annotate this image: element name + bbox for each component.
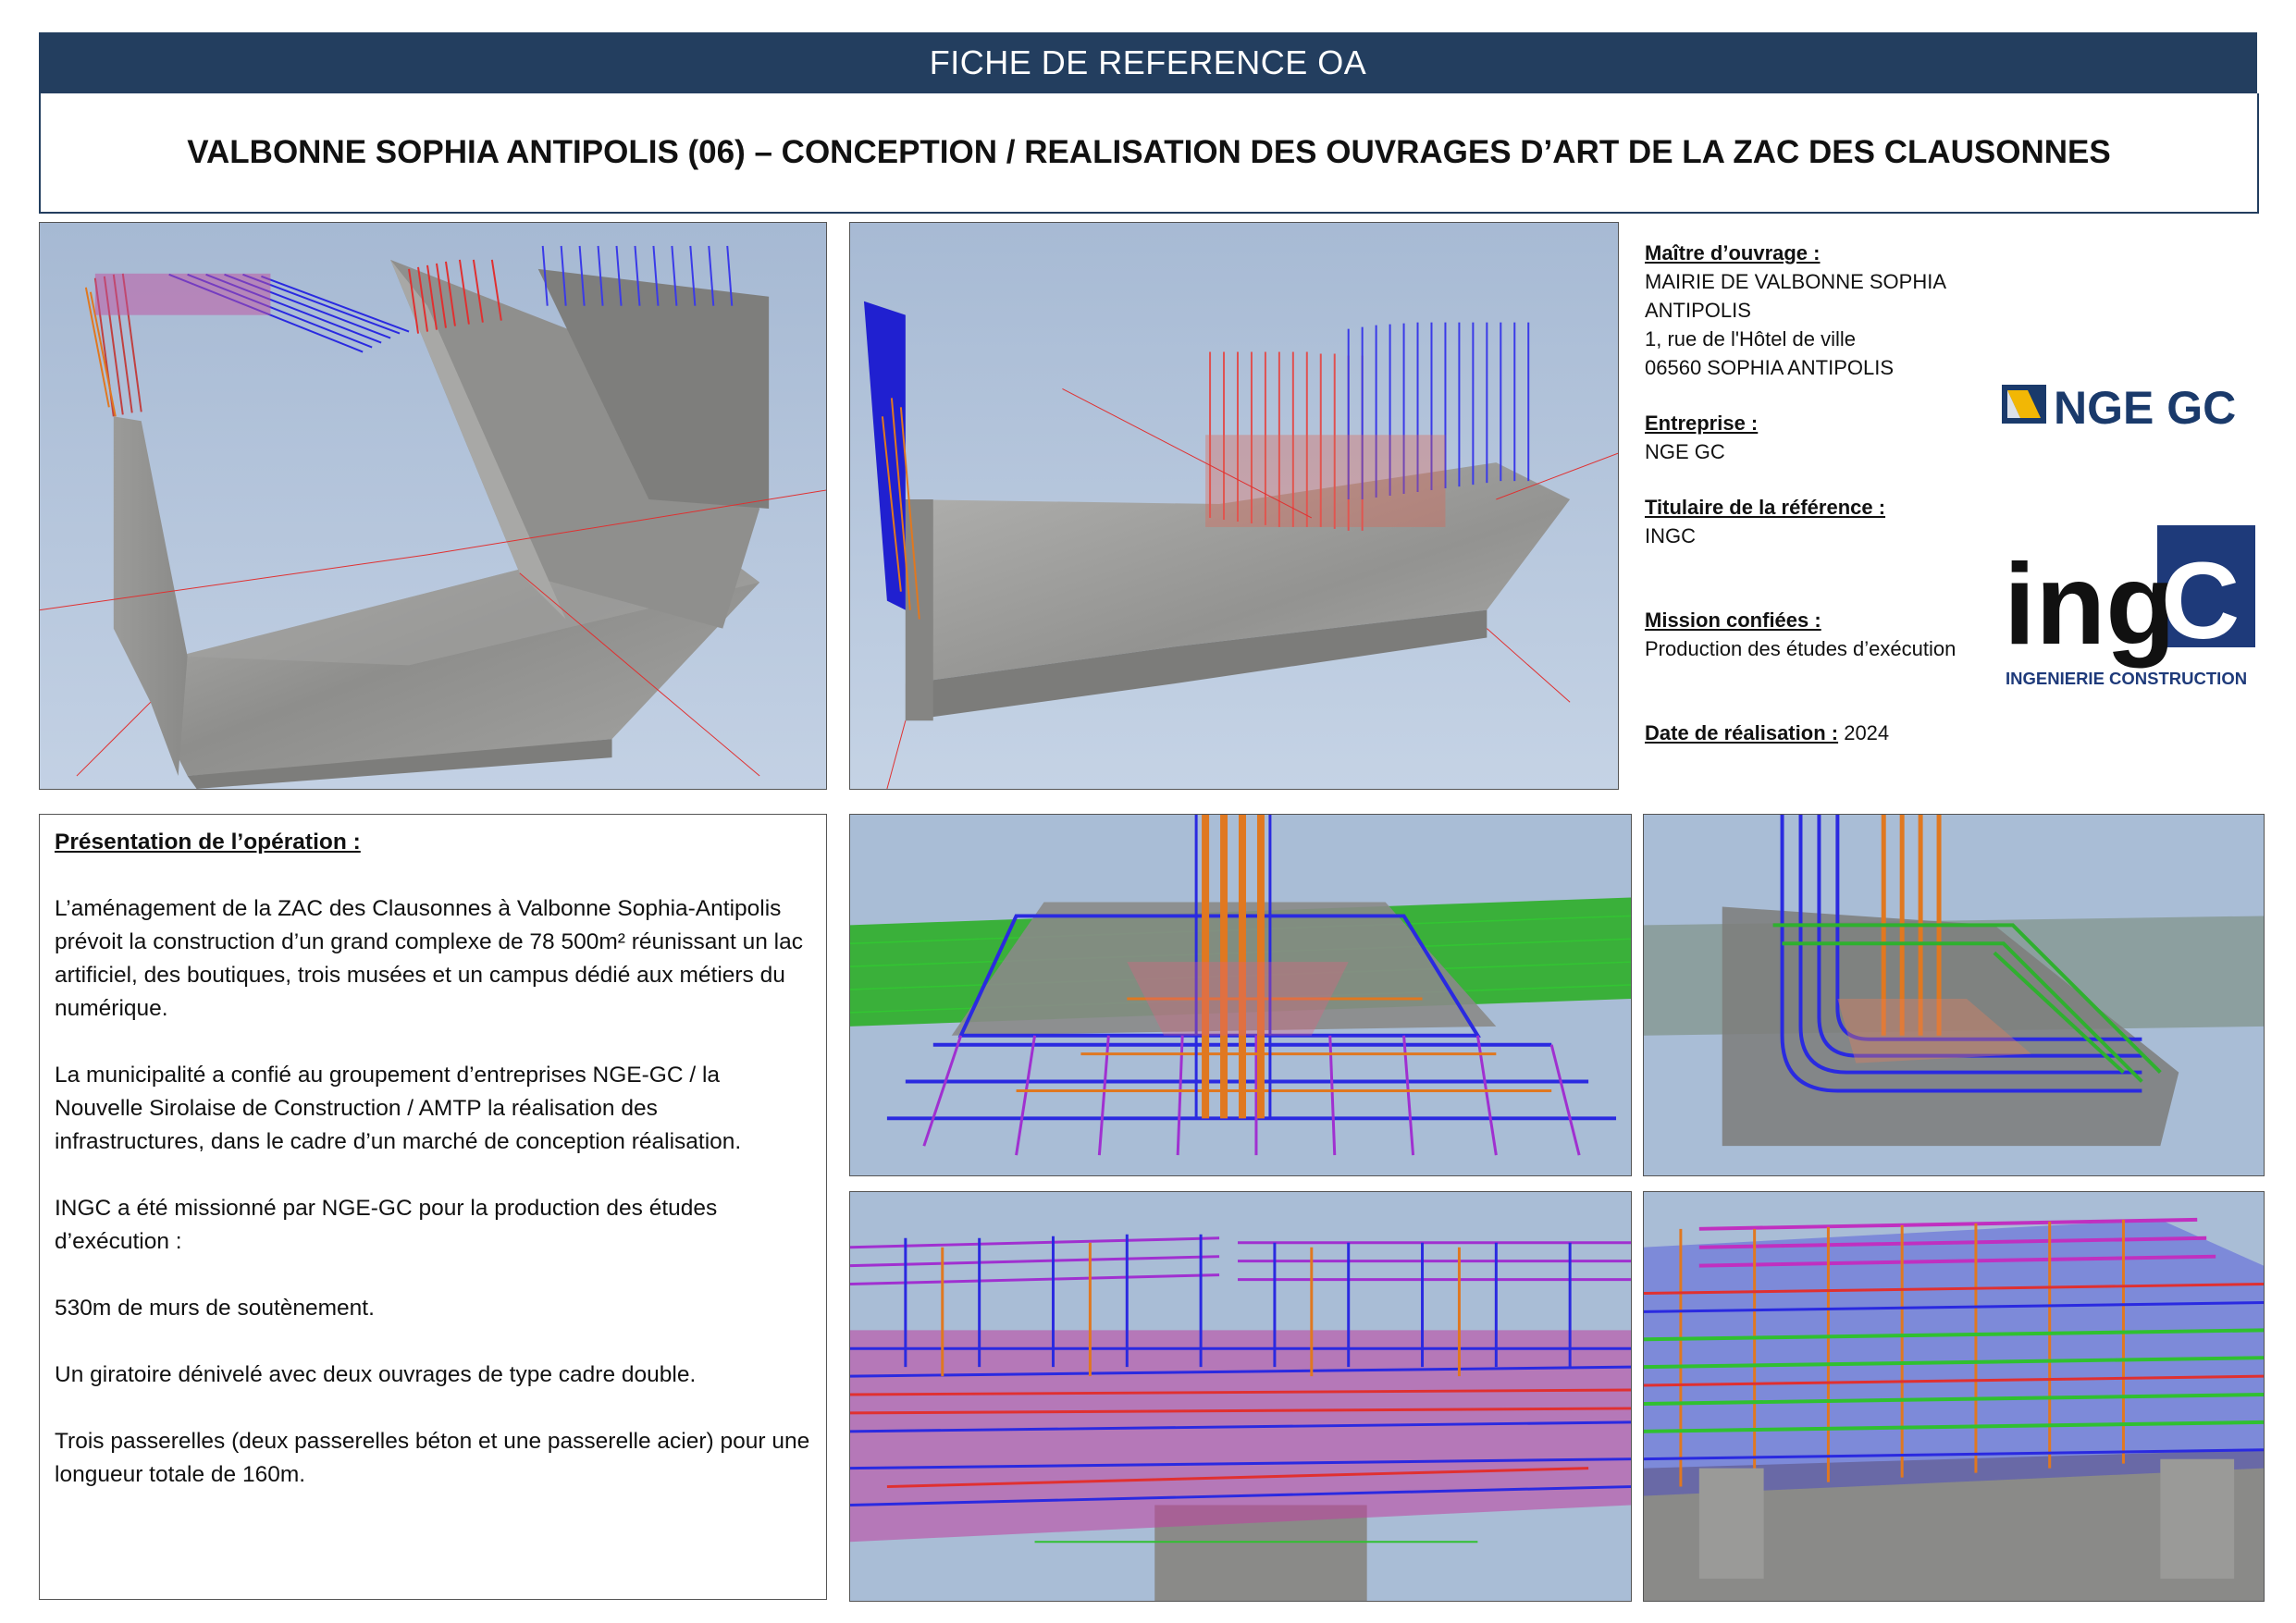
- entreprise-label: Entreprise :: [1645, 412, 1759, 435]
- ingc-logo: ing C INGENIERIE CONSTRUCTION: [2002, 523, 2257, 692]
- render-rebar-pier: [1643, 1191, 2265, 1602]
- project-info: Maître d’ouvrage : MAIRIE DE VALBONNE SO…: [1645, 239, 2033, 774]
- render-retaining-wall: [849, 222, 1619, 790]
- maitre-line: MAIRIE DE VALBONNE SOPHIA ANTIPOLIS: [1645, 270, 1945, 322]
- titulaire-label: Titulaire de la référence :: [1645, 496, 1886, 519]
- render-rebar-corner: [1643, 814, 2265, 1176]
- nge-gc-logo: NGE GC: [2002, 377, 2257, 434]
- ingc-logo-c: C: [2161, 540, 2240, 662]
- mission-value: Production des études d’exécution: [1645, 637, 1957, 660]
- titulaire-value: INGC: [1645, 524, 1696, 547]
- presentation-paragraph: L’aménagement de la ZAC des Clausonnes à…: [55, 896, 803, 1021]
- presentation-paragraph: 530m de murs de soutènement.: [55, 1296, 375, 1321]
- render-rebar-deck: [849, 1191, 1632, 1602]
- presentation-paragraph: Un giratoire dénivelé avec deux ouvrages…: [55, 1362, 697, 1387]
- presentation-heading: Présentation de l’opération :: [55, 830, 361, 855]
- entreprise-value: NGE GC: [1645, 440, 1725, 463]
- date-value: 2024: [1844, 721, 1890, 744]
- presentation-box: Présentation de l’opération : L’aménagem…: [39, 814, 827, 1600]
- mission-label: Mission confiées :: [1645, 609, 1821, 632]
- render-wing-walls: [39, 222, 827, 790]
- date-label: Date de réalisation :: [1645, 721, 1839, 744]
- render-rebar-cage-front: [849, 814, 1632, 1176]
- banner: FICHE DE REFERENCE OA: [39, 32, 2257, 93]
- page-title: VALBONNE SOPHIA ANTIPOLIS (06) – CONCEPT…: [39, 93, 2259, 214]
- maitre-label: Maître d’ouvrage :: [1645, 241, 1821, 264]
- nge-logo-text: NGE GC: [2054, 382, 2236, 433]
- ingc-logo-text: ing: [2004, 541, 2176, 669]
- maitre-line: 06560 SOPHIA ANTIPOLIS: [1645, 356, 1895, 379]
- presentation-paragraph: INGC a été missionné par NGE-GC pour la …: [55, 1196, 718, 1254]
- maitre-line: 1, rue de l'Hôtel de ville: [1645, 327, 1856, 350]
- presentation-paragraph: Trois passerelles (deux passerelles béto…: [55, 1429, 810, 1487]
- ingc-logo-sub: INGENIERIE CONSTRUCTION: [2006, 669, 2247, 688]
- presentation-paragraph: La municipalité a confié au groupement d…: [55, 1063, 742, 1154]
